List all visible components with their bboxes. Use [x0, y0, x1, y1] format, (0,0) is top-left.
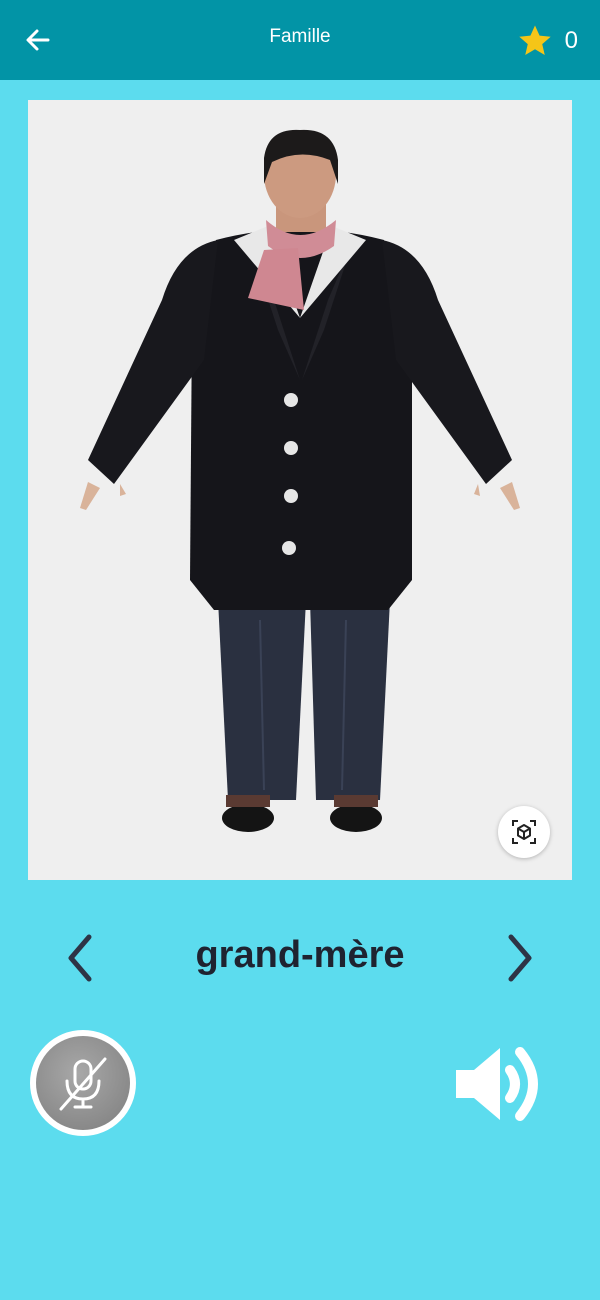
microphone-button[interactable]	[30, 1030, 136, 1136]
vocabulary-word: grand-mère	[195, 934, 405, 976]
page-title: Famille	[269, 26, 331, 47]
star-icon	[518, 25, 551, 56]
grandmother-3d-model	[80, 129, 520, 832]
word-navigator: grand-mère	[0, 920, 600, 996]
chevron-right-icon	[508, 934, 532, 982]
microphone-off-icon	[59, 1057, 107, 1111]
star-counter: 0	[517, 22, 578, 60]
arrow-left-icon	[26, 29, 50, 51]
next-word-button[interactable]	[492, 926, 548, 990]
app-bar: Famille 0	[0, 0, 600, 80]
ar-view-button[interactable]	[498, 806, 550, 858]
play-audio-button[interactable]	[448, 1034, 552, 1134]
speaker-icon	[456, 1047, 538, 1121]
star-count: 0	[564, 27, 578, 54]
model-viewer[interactable]	[28, 100, 572, 880]
back-button[interactable]	[20, 22, 56, 58]
microphone-button-face	[36, 1036, 130, 1130]
ar-cube-icon	[512, 820, 536, 844]
chevron-left-icon	[68, 934, 92, 982]
previous-word-button[interactable]	[52, 926, 108, 990]
